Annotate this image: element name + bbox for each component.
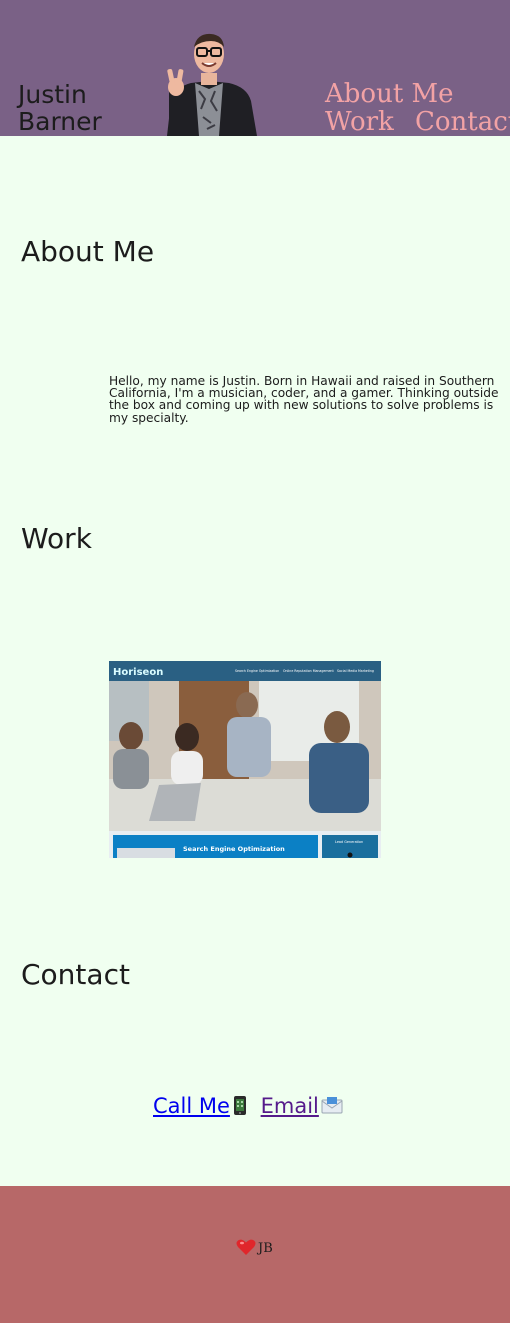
work-project-thumbnail[interactable]: Horiseon Search Engine Optimization Onli… bbox=[109, 661, 381, 858]
phone-icon bbox=[230, 1095, 250, 1123]
profile-photo bbox=[161, 29, 257, 136]
footer-initials: JB bbox=[258, 1241, 273, 1256]
call-me-label: Call Me bbox=[153, 1094, 230, 1118]
contact-heading: Contact bbox=[21, 958, 130, 991]
footer-signature: JB bbox=[236, 1238, 273, 1260]
nav-contact-link[interactable]: Contact bbox=[415, 108, 510, 136]
project-nav-2: Online Reputation Management bbox=[283, 669, 334, 673]
project-nav-1: Search Engine Optimization bbox=[235, 669, 279, 673]
call-me-link[interactable]: Call Me bbox=[153, 1094, 250, 1118]
about-heading: About Me bbox=[21, 235, 155, 268]
site-footer: JB bbox=[0, 1186, 510, 1323]
project-nav-3: Social Media Marketing bbox=[337, 669, 374, 673]
project-side-label: Lead Generation bbox=[335, 840, 363, 844]
nav-about-me-link[interactable]: About Me bbox=[325, 80, 454, 108]
work-heading: Work bbox=[21, 522, 92, 555]
project-banner: Search Engine Optimization bbox=[183, 845, 285, 853]
site-owner-name: Justin Barner bbox=[18, 80, 102, 136]
heart-icon bbox=[236, 1238, 256, 1260]
nav-work-link[interactable]: Work bbox=[325, 108, 394, 136]
project-brand: Horiseon bbox=[113, 667, 163, 678]
email-link[interactable]: Email bbox=[261, 1094, 345, 1118]
email-label: Email bbox=[260, 1094, 319, 1118]
about-text: Hello, my name is Justin. Born in Hawaii… bbox=[109, 374, 499, 425]
envelope-icon bbox=[319, 1095, 345, 1123]
contact-links: Call Me Email bbox=[153, 1092, 345, 1123]
site-header: Justin Barner About Me Work Contact bbox=[0, 0, 510, 136]
